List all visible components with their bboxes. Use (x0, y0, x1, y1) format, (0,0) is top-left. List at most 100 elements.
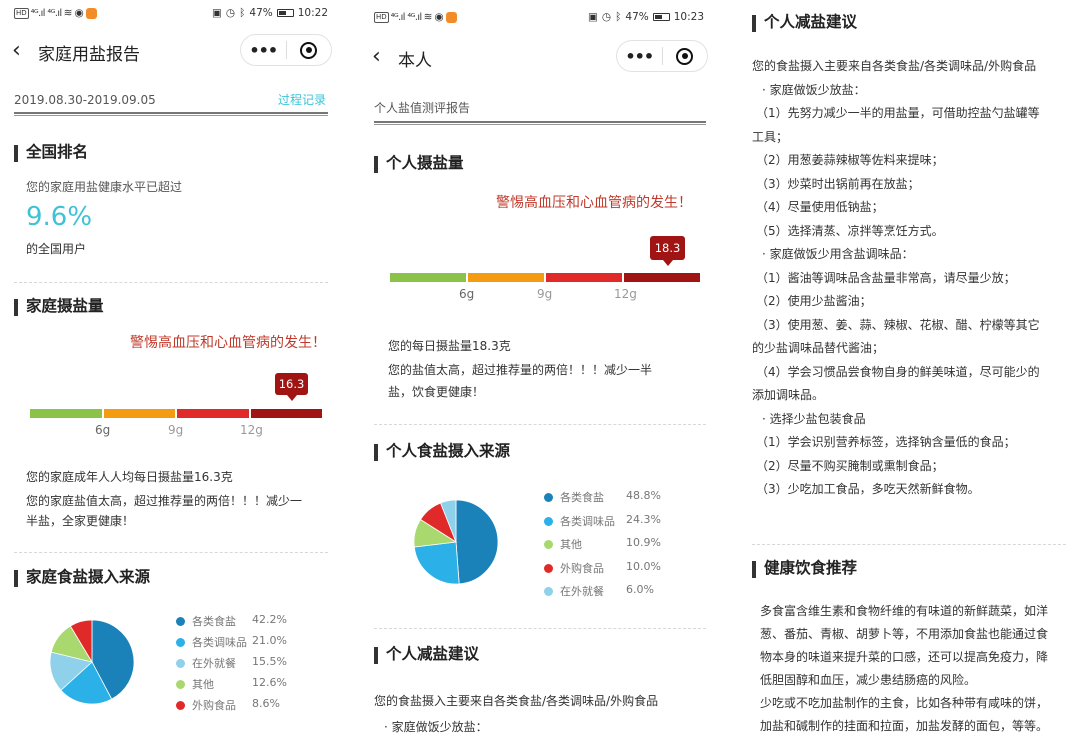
tick-label: 9g (537, 287, 553, 301)
tick-label: 6g (95, 423, 111, 437)
legend-value: 12.6% (252, 676, 287, 689)
text-line: （1）酱油等调味品含盐量非常高，请尽量少放； (756, 270, 1016, 285)
intake-advice-text: 您的盐值太高，超过推荐量的两倍！！！减少一半 (388, 363, 653, 377)
legend-value: 24.3% (626, 512, 661, 526)
alarm-icon: ◷ (225, 7, 236, 19)
wifi-icon: ≋ (63, 7, 73, 19)
source-heading: 个人食盐摄入来源 (374, 441, 510, 461)
intake-heading: 家庭摄盐量 (14, 296, 104, 316)
legend-value: 6.0% (626, 583, 654, 596)
personal-source-legend: 各类食盐 48.8% 各类调味品 24.3% 其他 10.9% 外购食品 10.0% 在外就餐 6… (544, 488, 674, 606)
section-divider (14, 282, 328, 283)
report-subtitle: 个人盐值测评报告 (374, 101, 471, 115)
scale-segment-mid (103, 409, 175, 418)
scale-segment-max (624, 273, 700, 282)
app-icon (445, 11, 457, 23)
legend-label: 各类食盐 (560, 491, 604, 504)
text-line: （2）用葱姜蒜辣椒等佐料来提味； (756, 153, 944, 167)
clock: 10:23 (673, 11, 704, 23)
battery-icon (652, 13, 670, 21)
battery-percent: 47% (249, 7, 273, 19)
legend-label: 各类调味品 (560, 514, 615, 528)
text-line: 少吃或不吃加盐制作的主食，比如各种带有咸味的饼， (760, 696, 1049, 710)
section-divider (374, 628, 706, 629)
text-line: 工具； (752, 129, 789, 144)
legend-label: 在外就餐 (560, 585, 604, 598)
battery-icon (276, 9, 294, 17)
rank-percent: 9.6% (26, 202, 93, 232)
eye-icon: ◉ (74, 7, 84, 19)
mini-program-capsule: ••• (240, 34, 332, 66)
wifi-icon: ≋ (423, 11, 433, 23)
scale-segment-low (390, 273, 466, 282)
legend-item: 其他 12.6% (176, 675, 296, 696)
more-options-icon[interactable]: ••• (617, 47, 662, 66)
legend-swatch (176, 701, 185, 710)
signal-icon: ⁴ᴳ.ıl ⁴ᴳ.ıl (390, 11, 423, 23)
rank-text: 您的家庭用盐健康水平已超过 (26, 180, 183, 194)
text-line: （4）尽量使用低钠盐； (756, 200, 884, 214)
text-line: （3）炒菜时出锅前再在放盐； (756, 176, 920, 191)
legend-value: 42.2% (252, 613, 287, 626)
advice-list: 您的食盐摄入主要来自各类食盐/各类调味品/外购食品 · 家庭做饭少放盐： （1）先努… (752, 55, 1040, 502)
history-link[interactable]: 过程记录 (278, 91, 326, 108)
source-heading: 家庭食盐摄入来源 (14, 567, 150, 587)
back-chevron-icon[interactable]: ‹ (12, 38, 21, 63)
alarm-icon: ◷ (601, 11, 612, 23)
legend-value: 15.5% (252, 655, 287, 668)
legend-item: 各类调味品 24.3% (544, 512, 674, 536)
status-bar: HD ⁴ᴳ.ıl ⁴ᴳ.ıl ≋ ◉ ▣ ◷ ᛒ 47% 10:23 (360, 4, 718, 30)
legend-item: 各类食盐 48.8% (544, 488, 674, 512)
more-options-icon[interactable]: ••• (241, 41, 286, 60)
legend-label: 外购食品 (560, 561, 604, 575)
legend-value: 21.0% (252, 634, 287, 647)
legend-value: 48.8% (626, 489, 661, 502)
hd-icon: HD (14, 7, 29, 19)
text-line: · 家庭做饭少放盐： (762, 82, 866, 97)
legend-swatch (176, 638, 185, 647)
advice-heading: 个人减盐建议 (374, 644, 479, 664)
legend-item: 其他 10.9% (544, 535, 674, 559)
eye-icon: ◉ (434, 11, 444, 23)
hd-icon: HD (374, 11, 389, 23)
mini-program-capsule: ••• (616, 40, 708, 72)
intake-amount-text: 您的家庭成年人人均每日摄盐量16.3克 (26, 470, 233, 484)
scale-segment-high (546, 273, 622, 282)
advice-screen: 个人减盐建议 您的食盐摄入主要来自各类食盐/各类调味品/外购食品 · 家庭做饭少放… (738, 0, 1080, 739)
close-target-icon[interactable] (287, 41, 332, 59)
family-source-legend: 各类食盐 42.2% 各类调味品 21.0% 在外就餐 15.5% 其他 12.6% 外购食品 8… (176, 612, 296, 717)
scale-segment-max (250, 409, 322, 418)
legend-item: 外购食品 10.0% (544, 559, 674, 583)
intake-advice-text: 您的家庭盐值太高，超过推荐量的两倍！！！减少一 (26, 494, 303, 508)
salt-scale-bar (390, 273, 700, 282)
back-chevron-icon[interactable]: ‹ (372, 44, 381, 69)
legend-item: 在外就餐 6.0% (544, 582, 674, 606)
legend-swatch (544, 540, 553, 549)
intake-advice-text-cont: 盐，饮食更健康！ (388, 385, 485, 399)
intake-heading: 个人摄盐量 (374, 153, 464, 173)
tick-label: 9g (168, 423, 184, 437)
legend-label: 在外就餐 (192, 657, 236, 670)
bluetooth-icon: ᛒ (615, 11, 622, 23)
text-line: 添加调味品。 (752, 388, 825, 402)
section-divider (752, 544, 1066, 545)
nav-bar: ‹ 家庭用盐报告 ••• (0, 32, 342, 72)
nfc-icon: ▣ (587, 11, 598, 23)
rank-heading: 全国排名 (14, 142, 88, 162)
personal-report-screen: HD ⁴ᴳ.ıl ⁴ᴳ.ıl ≋ ◉ ▣ ◷ ᛒ 47% 10:23 ‹ 本人 ••• 个人盐… (360, 0, 718, 739)
text-line: 的少盐调味品替代酱油； (752, 341, 885, 355)
legend-label: 各类食盐 (192, 615, 236, 628)
family-report-screen: HD ⁴ᴳ.ıl ⁴ᴳ.ıl ≋ ◉ ▣ ◷ ᛒ 47% 10:22 ‹ 家庭用盐报告 •••… (0, 0, 342, 739)
text-line: · 家庭做饭少用含盐调味品： (762, 247, 914, 261)
pie-slice-0 (455, 499, 499, 585)
text-line: （1）学会识别营养标签，选择钠含量低的食品； (756, 435, 1016, 449)
legend-item: 在外就餐 15.5% (176, 654, 296, 675)
tick-label: 12g (614, 287, 637, 301)
legend-item: 外购食品 8.6% (176, 696, 296, 717)
intake-amount-text: 您的每日摄盐量18.3克 (388, 339, 511, 353)
diet-recommendation-text: 多食富含维生素和食物纤维的有味道的新鲜蔬菜，如洋 葱、番茄、青椒、胡萝卜等，不用添… (760, 600, 1048, 738)
salt-scale-bar (30, 409, 322, 418)
close-target-icon[interactable] (663, 47, 708, 65)
page-title: 家庭用盐报告 (38, 45, 140, 65)
legend-swatch (544, 493, 553, 502)
